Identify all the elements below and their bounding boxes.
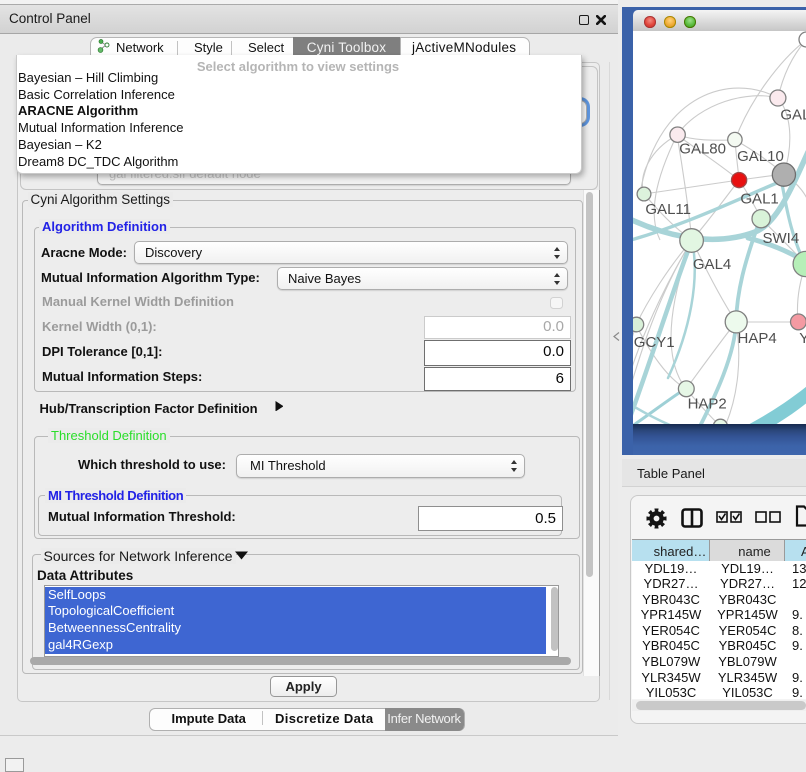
svg-text:HAP2: HAP2 bbox=[688, 396, 727, 413]
svg-text:GAL11: GAL11 bbox=[645, 201, 691, 218]
svg-text:GAL: GAL bbox=[780, 107, 806, 124]
svg-text:GAL10: GAL10 bbox=[737, 148, 784, 165]
svg-text:SWI4: SWI4 bbox=[763, 230, 800, 247]
svg-text:Y: Y bbox=[799, 330, 806, 347]
svg-text:GAL1: GAL1 bbox=[740, 191, 778, 208]
svg-text:HAP4: HAP4 bbox=[738, 330, 777, 347]
svg-text:GCY1: GCY1 bbox=[634, 334, 675, 351]
svg-text:GAL4: GAL4 bbox=[693, 256, 731, 273]
svg-text:GAL80: GAL80 bbox=[679, 140, 726, 157]
